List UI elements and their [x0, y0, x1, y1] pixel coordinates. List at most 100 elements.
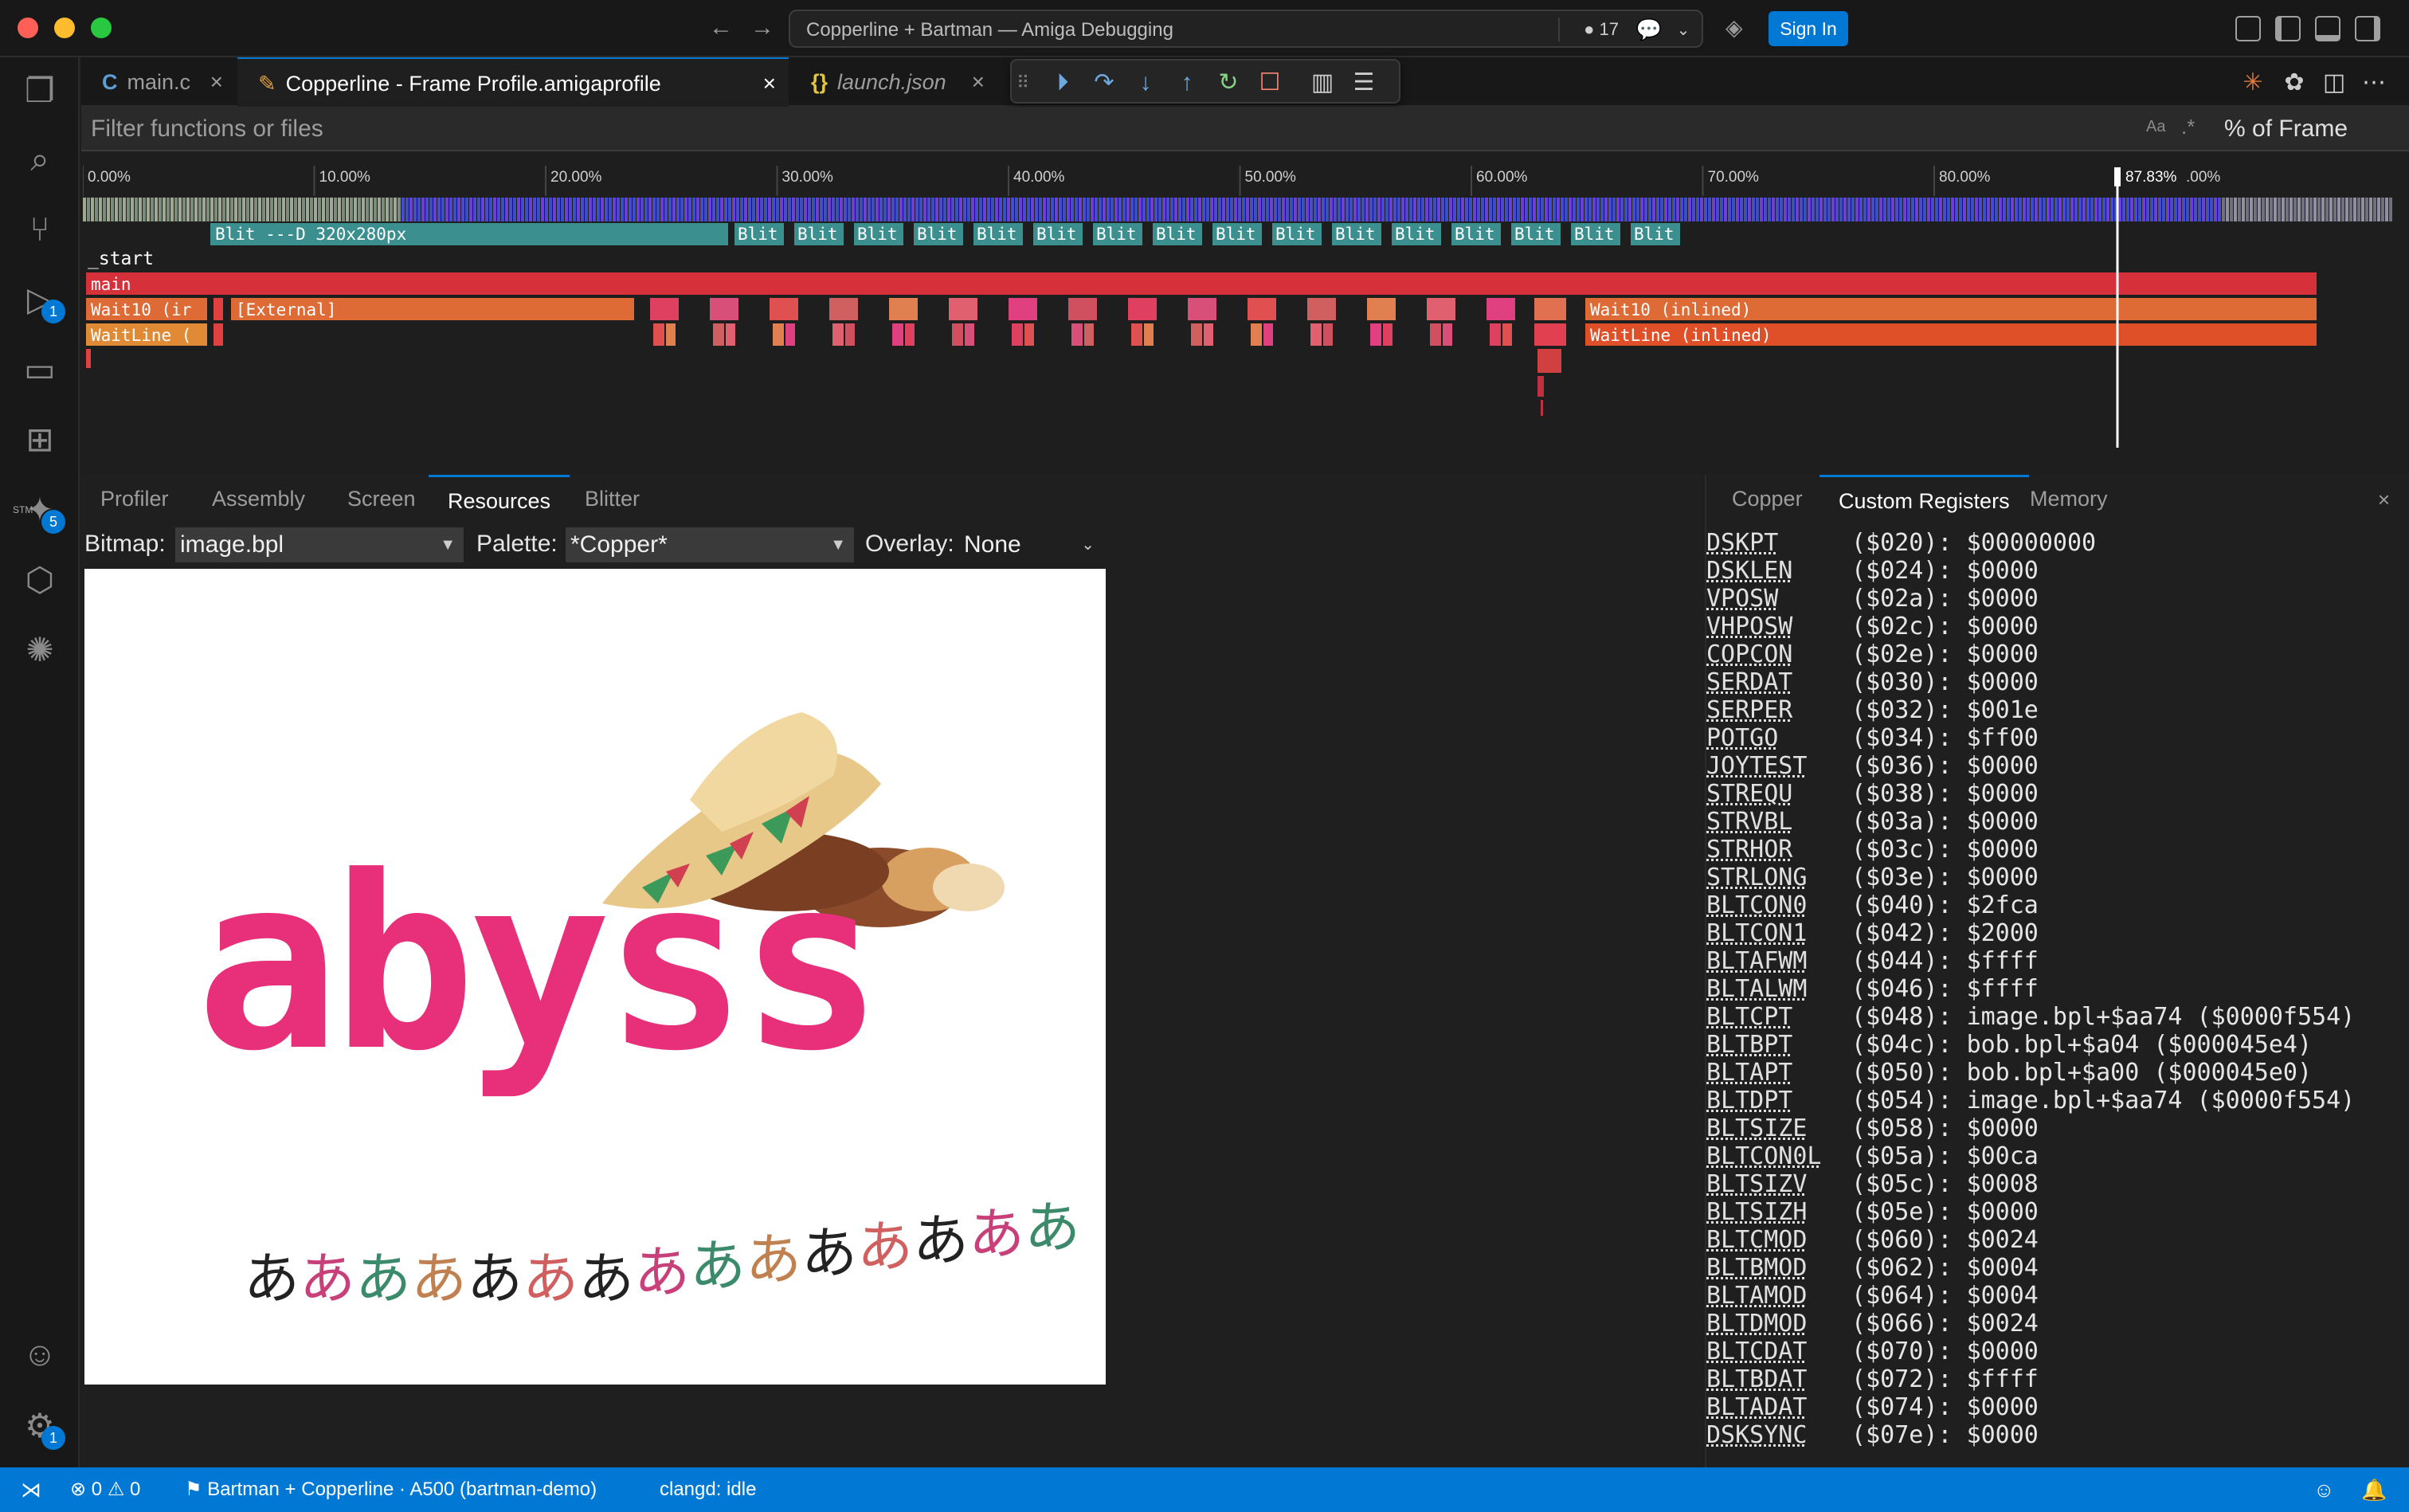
wait-block[interactable]	[1068, 298, 1097, 320]
frame-slice[interactable]	[1326, 198, 1329, 221]
frame-slice[interactable]	[1421, 198, 1424, 221]
frame-slice[interactable]	[1867, 198, 1870, 221]
problems-indicator[interactable]: ⊗ 0 ⚠ 0	[70, 1467, 140, 1512]
wait-block[interactable]	[1534, 298, 1566, 320]
register-name[interactable]: BLTDMOD	[1706, 1310, 1837, 1338]
frame-slice[interactable]	[816, 198, 819, 221]
frame-slice[interactable]	[1162, 198, 1165, 221]
register-name[interactable]: BLTCON0	[1706, 891, 1837, 919]
frame-slice[interactable]	[107, 198, 110, 221]
frame-slice[interactable]	[1521, 198, 1524, 221]
frame-slice[interactable]	[1493, 198, 1496, 221]
close-icon[interactable]: ×	[2378, 488, 2390, 512]
frame-slice[interactable]	[1604, 198, 1608, 221]
frame-slice[interactable]	[553, 198, 556, 221]
frame-slice[interactable]	[1298, 198, 1301, 221]
frame-slice[interactable]	[1373, 198, 1377, 221]
sub-frame[interactable]	[1541, 400, 1543, 416]
frame-slice[interactable]	[1055, 198, 1058, 221]
frame-slice[interactable]	[2023, 198, 2026, 221]
frame-slice[interactable]	[1839, 198, 1843, 221]
frame-slice[interactable]	[1306, 198, 1309, 221]
register-name[interactable]: BLTCDAT	[1706, 1338, 1837, 1365]
more-actions-icon[interactable]: ⋯	[2358, 67, 2390, 99]
frame-slice[interactable]	[1772, 198, 1775, 221]
wait-sub-block[interactable]	[832, 323, 844, 346]
frame-slice[interactable]	[2066, 198, 2070, 221]
tab-memory[interactable]: Memory	[2011, 475, 2127, 523]
register-row[interactable]: BLTAFWM ($044): $ffff	[1706, 947, 2407, 975]
frame-slice[interactable]	[362, 198, 365, 221]
frame-slice[interactable]	[481, 198, 484, 221]
wait-sub-block[interactable]	[773, 323, 784, 346]
frame-slice[interactable]	[1158, 198, 1161, 221]
frame-slice[interactable]	[2011, 198, 2014, 221]
frame-slice[interactable]	[2142, 198, 2145, 221]
frame-slice[interactable]	[1855, 198, 1859, 221]
frame-slice[interactable]	[1672, 198, 1675, 221]
stm-icon[interactable]: ✦STM5	[18, 488, 62, 532]
close-window-button[interactable]	[18, 18, 38, 38]
frame-slice[interactable]	[2353, 198, 2356, 221]
sign-in-button[interactable]: Sign In	[1769, 11, 1848, 46]
frame-slice[interactable]	[147, 198, 150, 221]
frame-slice[interactable]	[1015, 198, 1018, 221]
notifications-bell-icon[interactable]: 🔔	[2361, 1467, 2387, 1512]
frame-slice[interactable]	[1449, 198, 1452, 221]
frame-slice[interactable]	[1927, 198, 1930, 221]
sparkle-icon[interactable]: ✺	[18, 628, 62, 672]
main-frame[interactable]	[86, 272, 2317, 295]
wait-sub-block[interactable]	[1012, 323, 1023, 346]
frame-slice[interactable]	[1286, 198, 1289, 221]
register-name[interactable]: BLTSIZH	[1706, 1198, 1837, 1226]
frame-slice[interactable]	[394, 198, 397, 221]
frame-slice[interactable]	[2254, 198, 2257, 221]
frame-slice[interactable]	[999, 198, 1002, 221]
frame-slice[interactable]	[1529, 198, 1532, 221]
package-icon[interactable]: ⬡	[18, 558, 62, 602]
frame-slice[interactable]	[597, 198, 600, 221]
wait-block[interactable]	[1367, 298, 1396, 320]
frame-slice[interactable]	[425, 198, 429, 221]
frame-slice[interactable]	[868, 198, 871, 221]
frame-slice[interactable]	[2086, 198, 2090, 221]
register-row[interactable]: DSKLEN ($024): $0000	[1706, 557, 2407, 585]
notification-count[interactable]: ● 17	[1584, 19, 1619, 40]
frame-slice[interactable]	[2098, 198, 2102, 221]
frame-slice[interactable]	[2154, 198, 2157, 221]
frame-slice[interactable]	[625, 198, 628, 221]
frame-slice[interactable]	[708, 198, 711, 221]
frame-slice[interactable]	[1218, 198, 1221, 221]
frame-slice[interactable]	[402, 198, 405, 221]
register-row[interactable]: BLTAPT ($050): bob.bpl+$a00 ($000045e0)	[1706, 1059, 2407, 1087]
frame-slice[interactable]	[262, 198, 265, 221]
frame-slice[interactable]	[1222, 198, 1225, 221]
frame-slice[interactable]	[1377, 198, 1381, 221]
frame-slice[interactable]	[660, 198, 664, 221]
frame-slice[interactable]	[429, 198, 433, 221]
frame-slice[interactable]	[1955, 198, 1958, 221]
frame-slice[interactable]	[2222, 198, 2225, 221]
stop-icon[interactable]: ☐	[1254, 67, 1286, 99]
frame-slice[interactable]	[1608, 198, 1612, 221]
frame-slice[interactable]	[322, 198, 325, 221]
register-name[interactable]: BLTAPT	[1706, 1059, 1837, 1087]
frame-slice[interactable]	[1668, 198, 1671, 221]
frame-slice[interactable]	[489, 198, 492, 221]
frame-slice[interactable]	[1931, 198, 1934, 221]
frame-slice[interactable]	[95, 198, 98, 221]
frame-slice[interactable]	[935, 198, 938, 221]
files-icon[interactable]: ❐	[18, 69, 62, 113]
frame-slice[interactable]	[1342, 198, 1345, 221]
frame-slice[interactable]	[812, 198, 815, 221]
frame-slice[interactable]	[1441, 198, 1444, 221]
register-row[interactable]: BLTAMOD ($064): $0004	[1706, 1282, 2407, 1310]
frame-slice[interactable]	[1831, 198, 1835, 221]
frame-slice[interactable]	[895, 198, 899, 221]
register-row[interactable]: BLTSIZH ($05e): $0000	[1706, 1198, 2407, 1226]
frame-slice[interactable]	[903, 198, 907, 221]
frame-slice[interactable]	[852, 198, 855, 221]
wait-sub-block[interactable]	[726, 323, 735, 346]
register-row[interactable]: STRLONG ($03e): $0000	[1706, 864, 2407, 891]
frame-slice[interactable]	[286, 198, 289, 221]
